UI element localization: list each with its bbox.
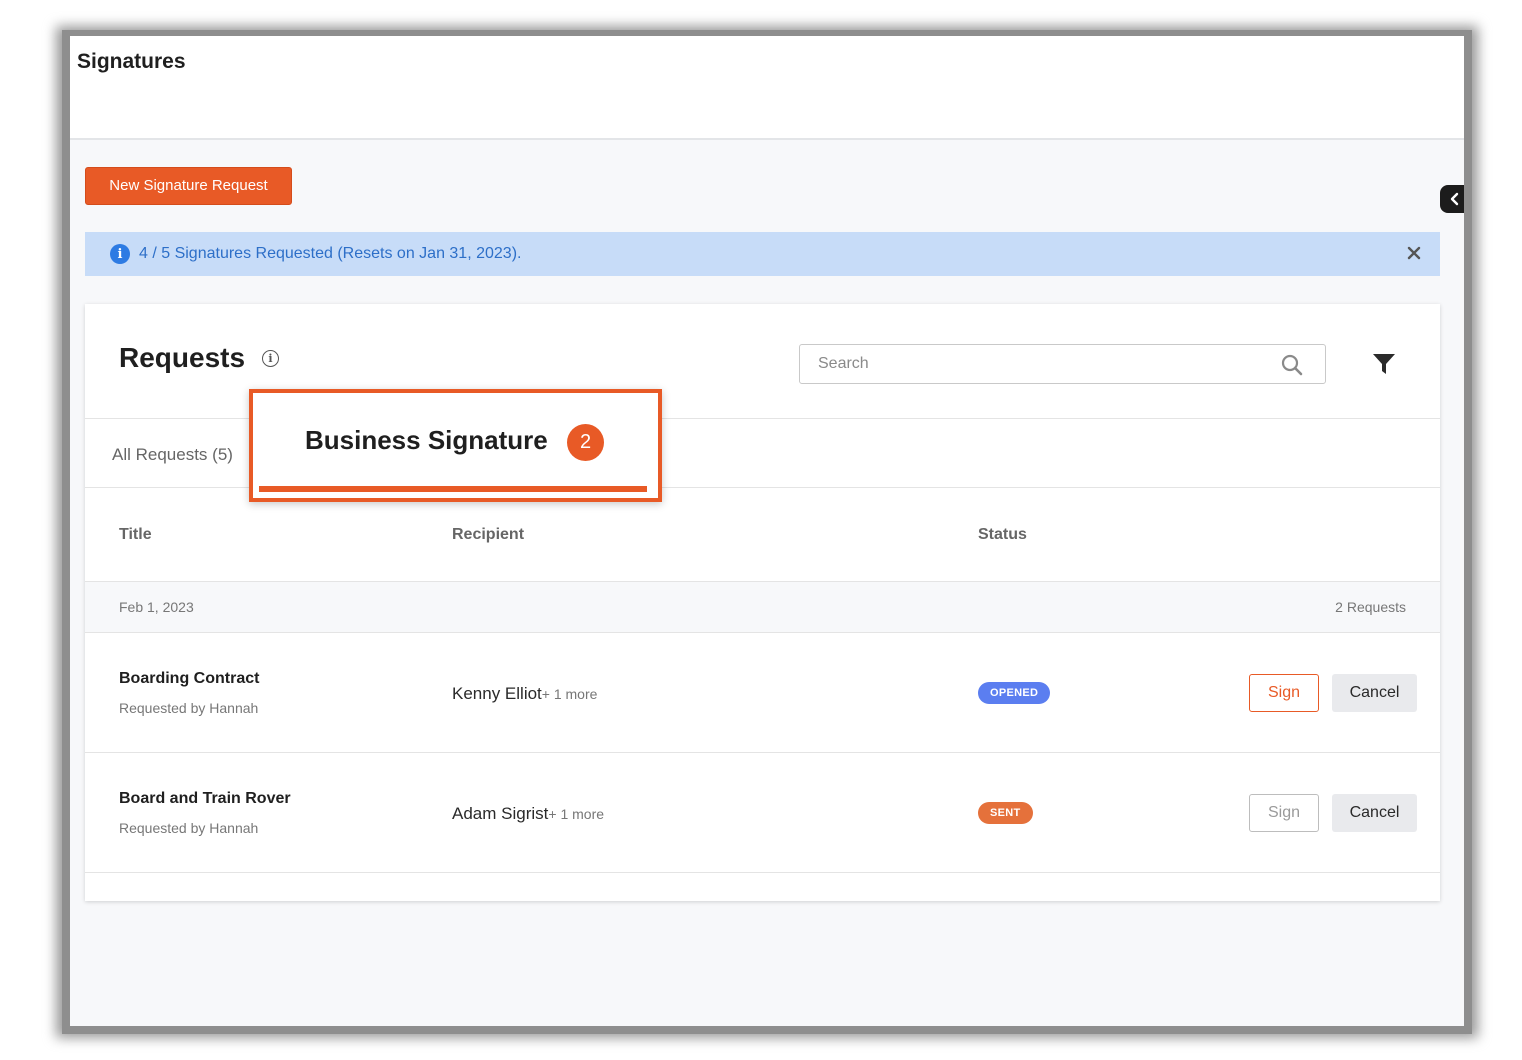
request-title[interactable]: Boarding Contract [119,670,259,688]
recipient-more[interactable]: + 1 more [542,686,598,702]
column-header-title: Title [119,526,152,543]
recipient: Kenny Elliot+ 1 more [452,684,597,704]
status-badge: OPENED [978,682,1051,704]
request-title[interactable]: Board and Train Rover [119,790,291,808]
date-group-row: Feb 1, 2023 2 Requests [85,581,1440,633]
table-row[interactable]: Boarding Contract Requested by Hannah Ke… [85,633,1440,753]
search-box [799,344,1326,384]
info-icon[interactable]: i [262,350,279,367]
close-icon [1407,246,1421,260]
requests-card: Requests i All Requests (5) Title Recipi… [85,304,1440,901]
group-count: 2 Requests [1335,599,1406,615]
sign-button[interactable]: Sign [1249,794,1319,832]
recipient: Adam Sigrist+ 1 more [452,804,604,824]
recipient-name: Adam Sigrist [452,804,549,823]
app-window: Signatures New Signature Request i 4 / 5… [70,36,1464,1026]
requested-by: Requested by Hannah [119,700,259,716]
cancel-button[interactable]: Cancel [1332,674,1417,712]
alert-text: 4 / 5 Signatures Requested (Resets on Ja… [139,245,522,262]
top-bar: Signatures [70,36,1464,140]
tab-label: Business Signature [305,425,548,455]
requests-title: Requests [119,342,246,373]
usage-alert: i 4 / 5 Signatures Requested (Resets on … [85,232,1440,276]
status-badge: SENT [978,802,1033,824]
new-signature-request-button[interactable]: New Signature Request [85,167,292,205]
count-badge: 2 [567,424,604,461]
active-tab-indicator [259,486,647,492]
column-header-status: Status [978,526,1027,543]
table-row[interactable]: Board and Train Rover Requested by Hanna… [85,753,1440,873]
search-icon[interactable] [1281,354,1303,376]
cancel-button[interactable]: Cancel [1332,794,1417,832]
page-title: Signatures [77,50,186,73]
recipient-name: Kenny Elliot [452,684,542,703]
tab-business-signature[interactable]: Business Signature 2 [249,389,662,502]
close-alert-button[interactable] [1404,243,1424,263]
tab-all-requests[interactable]: All Requests (5) [112,445,233,465]
recipient-more[interactable]: + 1 more [548,806,604,822]
chevron-left-icon [1450,192,1459,206]
info-icon: i [110,244,130,264]
search-input[interactable] [818,345,1278,383]
column-header-recipient: Recipient [452,526,525,543]
requested-by: Requested by Hannah [119,820,259,836]
collapse-panel-button[interactable] [1440,185,1464,213]
group-date: Feb 1, 2023 [119,599,194,615]
filter-icon[interactable] [1372,352,1396,376]
sign-button[interactable]: Sign [1249,674,1319,712]
